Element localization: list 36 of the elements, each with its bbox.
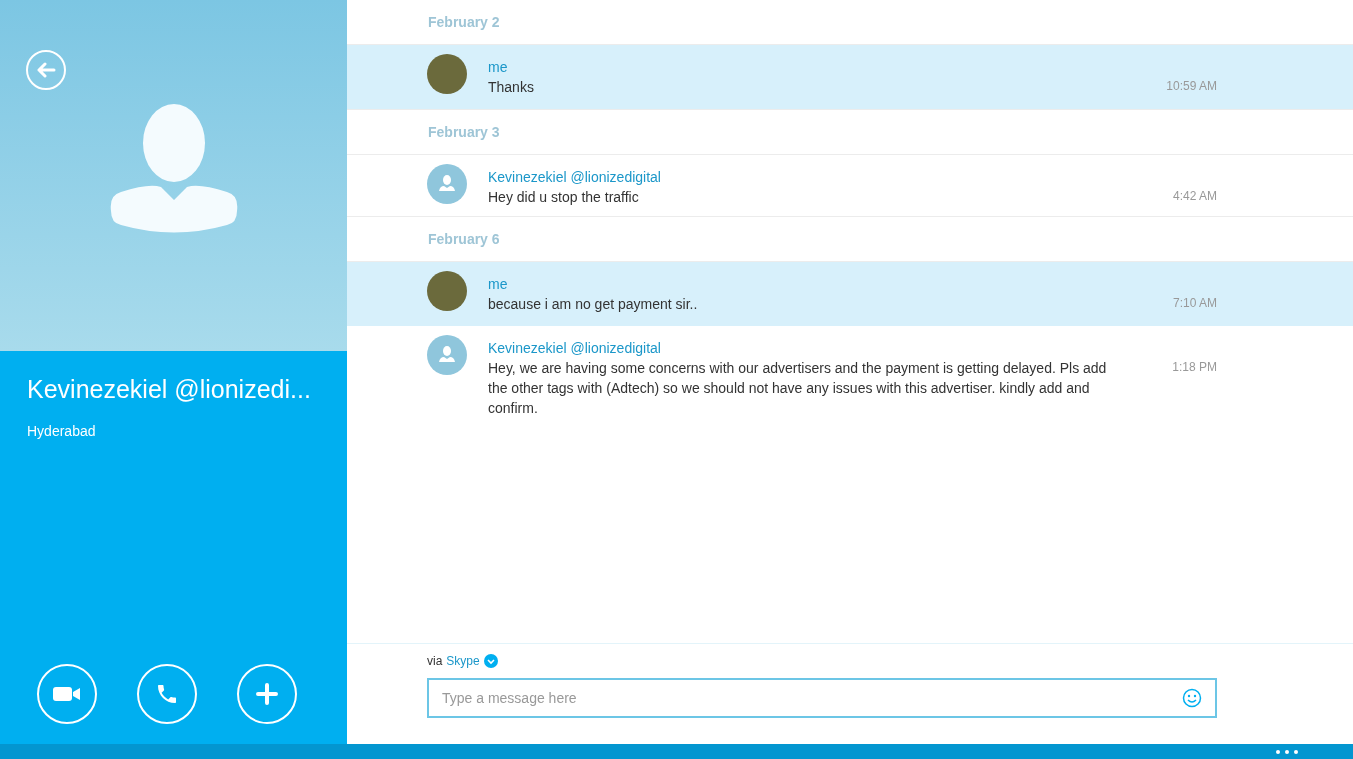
message-input[interactable]: Type a message here — [442, 687, 1182, 709]
contact-avatar-icon — [427, 164, 467, 204]
photo-placeholder — [427, 54, 467, 94]
back-button[interactable] — [26, 50, 66, 90]
message-text: because i am no get payment sir.. — [488, 295, 699, 314]
via-label: via — [427, 653, 443, 670]
contact-location: Hyderabad — [27, 421, 97, 441]
contact-name: Kevinezekiel @lionizedi... — [27, 374, 312, 405]
video-call-button[interactable] — [37, 664, 97, 724]
sender-name: Kevinezekiel @lionizedigital — [488, 339, 662, 358]
plus-icon — [255, 682, 279, 706]
message-time: 7:10 AM — [1172, 295, 1217, 312]
back-arrow-icon — [36, 62, 56, 78]
sender-name: me — [488, 275, 509, 294]
add-button[interactable] — [237, 664, 297, 724]
message-text: Hey, we are having some concerns with our advertisers and the payment is getting delayed. Pls add the other tags with (Adtech) so we should not have any issues with this advertiser. kindly add and confirm. — [488, 359, 1108, 418]
message-field[interactable]: Type a message here — [427, 678, 1217, 718]
smiley-icon[interactable] — [1182, 688, 1202, 708]
service-selector[interactable]: Skype — [446, 652, 498, 670]
message-text: Thanks — [488, 78, 535, 97]
sender-name: me — [488, 58, 509, 77]
message-text: Hey did u stop the traffic — [488, 188, 640, 207]
date-header: February 2 — [427, 13, 501, 32]
sender-name: Kevinezekiel @lionizedigital — [488, 168, 662, 187]
phone-icon — [155, 682, 179, 706]
chevron-down-icon — [483, 654, 498, 668]
contact-avatar-icon — [427, 335, 467, 375]
message-time: 4:42 AM — [1172, 188, 1217, 205]
message-time: 1:18 PM — [1172, 359, 1217, 376]
date-header: February 3 — [427, 123, 501, 142]
photo-placeholder — [427, 271, 467, 311]
video-camera-icon — [53, 686, 81, 702]
date-header: February 6 — [427, 230, 501, 249]
more-icon[interactable] — [1276, 749, 1298, 754]
message-time: 10:59 AM — [1166, 78, 1217, 95]
voice-call-button[interactable] — [137, 664, 197, 724]
